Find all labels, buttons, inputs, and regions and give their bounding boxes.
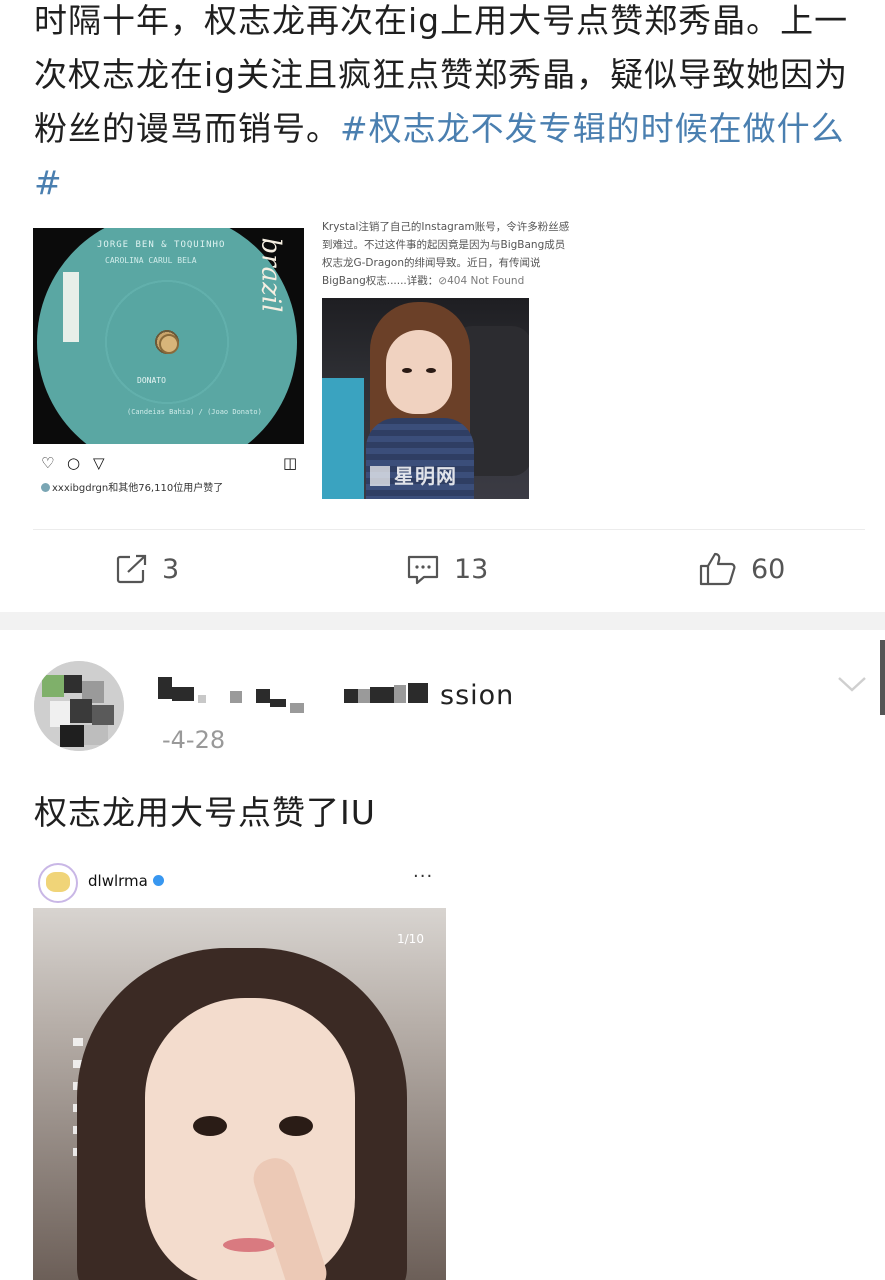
record-brand-logo: brazil bbox=[255, 237, 286, 313]
scroll-indicator bbox=[880, 640, 885, 715]
photo-lips bbox=[223, 1238, 275, 1252]
ig-likes-line: xxxibgdrgn和其他76,110位用户赞了 bbox=[41, 479, 223, 494]
record-artist-text: JORGE BEN & TOQUINHO bbox=[97, 240, 226, 250]
post-text: 权志龙用大号点赞了IU bbox=[34, 793, 376, 832]
ig-avatar bbox=[38, 863, 78, 903]
ig-screenshot-image[interactable]: JORGE BEN & TOQUINHO CAROLINA CARUL BELA… bbox=[33, 228, 304, 500]
like-count: 60 bbox=[751, 553, 786, 585]
verified-badge-icon bbox=[152, 875, 164, 886]
photo-teal-object bbox=[322, 378, 364, 499]
photo-face bbox=[386, 330, 452, 414]
photo-eye-right bbox=[279, 1116, 313, 1136]
avatar[interactable] bbox=[34, 661, 124, 751]
repost-button[interactable]: 3 bbox=[116, 550, 179, 588]
record-track-text: DONATO bbox=[137, 376, 166, 385]
photo-eye-right bbox=[426, 368, 436, 373]
comment-button[interactable]: 13 bbox=[406, 550, 488, 588]
watermark-icon bbox=[370, 466, 390, 486]
like-button[interactable]: 60 bbox=[699, 550, 785, 588]
news-snippet: Krystal注销了自己的Instagram账号，令许多粉丝感到难过。不过这件事… bbox=[322, 218, 572, 290]
record-credit-text: (Candeias Bahia) / (Joao Donato) bbox=[127, 408, 262, 416]
ig-username-text: dlwlrma bbox=[88, 872, 148, 890]
photo-eye-left bbox=[402, 368, 412, 373]
bookmark-icon: ◫ bbox=[283, 454, 298, 472]
record-photo: JORGE BEN & TOQUINHO CAROLINA CARUL BELA… bbox=[33, 228, 304, 444]
comment-bubble-icon: ○ bbox=[67, 454, 81, 472]
post-text: 时隔十年，权志龙再次在ig上用大号点赞郑秀晶。上一次权志龙在ig关注且疯狂点赞郑… bbox=[34, 0, 864, 210]
action-divider bbox=[33, 529, 865, 530]
ig-username: dlwlrma bbox=[88, 872, 164, 890]
krystal-photo: 星明网 bbox=[322, 298, 529, 499]
watermark-logo: 星明网 bbox=[370, 460, 457, 489]
username-text[interactable]: ssion bbox=[440, 680, 514, 711]
thumbs-up-icon bbox=[699, 552, 736, 586]
post-date: -4-28 bbox=[162, 726, 226, 754]
comment-count: 13 bbox=[454, 553, 489, 585]
record-side-label bbox=[63, 272, 79, 342]
news-link[interactable]: ⊘404 Not Found bbox=[438, 275, 524, 287]
ig-screenshot-image[interactable]: dlwlrma ··· 1/10 bbox=[33, 858, 446, 1280]
image-counter: 1/10 bbox=[397, 932, 424, 946]
send-icon: ▽ bbox=[93, 454, 105, 472]
watermark-text: 星明网 bbox=[394, 464, 457, 488]
liker-avatar bbox=[41, 483, 50, 492]
more-options-icon: ··· bbox=[413, 866, 434, 887]
iu-selfie-photo bbox=[33, 908, 446, 1280]
username-pixelated[interactable] bbox=[158, 673, 488, 713]
record-title-text: CAROLINA CARUL BELA bbox=[105, 256, 197, 265]
news-screenshot-image[interactable]: Krystal注销了自己的Instagram账号，令许多粉丝感到难过。不过这件事… bbox=[322, 218, 572, 500]
weibo-post: 时隔十年，权志龙再次在ig上用大号点赞郑秀晶。上一次权志龙在ig关注且疯狂点赞郑… bbox=[0, 0, 885, 610]
comment-icon bbox=[407, 555, 439, 585]
vinyl-record: JORGE BEN & TOQUINHO CAROLINA CARUL BELA… bbox=[37, 228, 297, 444]
liker-username: xxxibgdrgn bbox=[52, 483, 109, 494]
likes-count-text: 和其他76,110位用户赞了 bbox=[108, 483, 224, 494]
ig-action-row: ♡ ○ ▽ ◫ bbox=[41, 454, 303, 474]
chevron-down-icon[interactable] bbox=[836, 672, 868, 696]
record-center-hole bbox=[159, 334, 179, 354]
heart-icon: ♡ bbox=[41, 454, 55, 472]
repost-icon bbox=[116, 554, 147, 584]
post-separator bbox=[0, 612, 885, 630]
photo-eye-left bbox=[193, 1116, 227, 1136]
repost-count: 3 bbox=[162, 553, 180, 585]
